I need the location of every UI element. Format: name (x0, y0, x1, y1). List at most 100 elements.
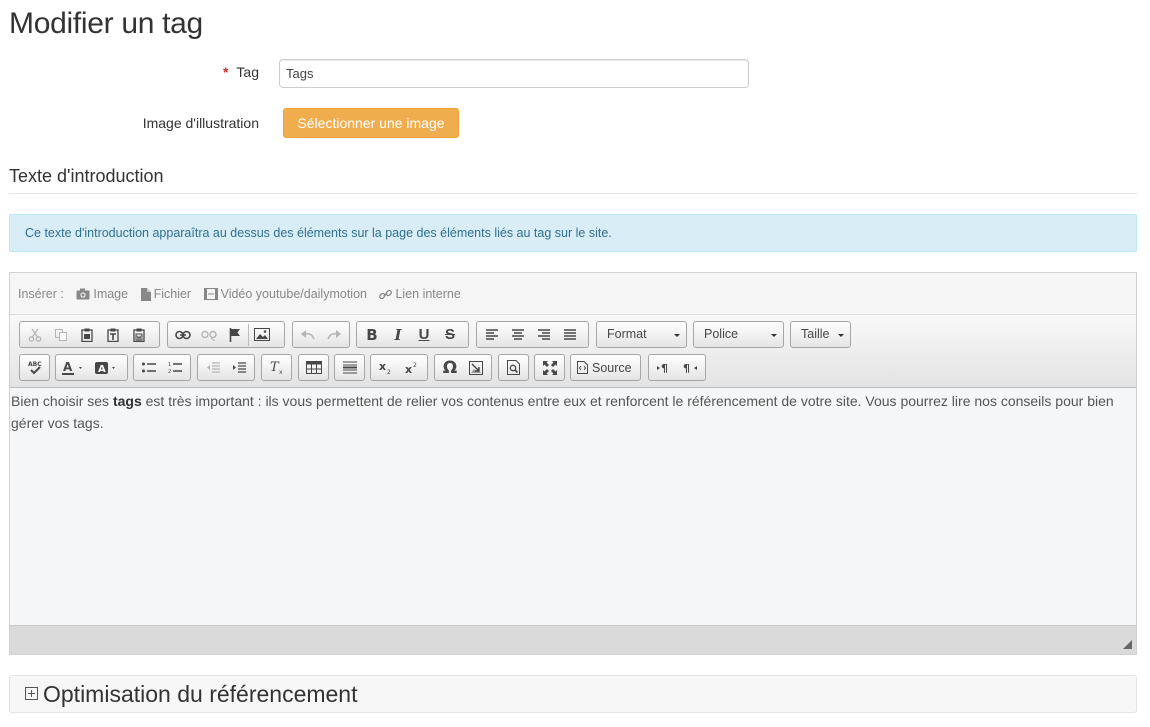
unlink-icon[interactable] (196, 324, 222, 346)
file-icon (140, 287, 151, 301)
cut-icon[interactable] (22, 324, 48, 346)
paste-text-icon[interactable] (100, 324, 126, 346)
paste-icon[interactable] (74, 324, 100, 346)
font-select[interactable]: Police (693, 321, 784, 348)
align-center-icon[interactable] (505, 324, 531, 346)
remove-format-icon[interactable]: Tx (264, 357, 289, 379)
format-select[interactable]: Format (596, 321, 687, 348)
insert-special-group: Ω (434, 354, 492, 381)
select-image-button[interactable]: Sélectionner une image (283, 108, 459, 138)
maximize-icon[interactable] (537, 357, 562, 379)
outdent-icon[interactable] (200, 357, 226, 379)
redo-icon[interactable] (321, 324, 347, 346)
background-color-icon[interactable]: A (92, 357, 126, 379)
editor-content[interactable]: Bien choisir ses tags est très important… (10, 388, 1136, 626)
caret-down-icon (674, 334, 680, 337)
subscript-icon[interactable]: x2 (373, 357, 399, 379)
align-justify-icon[interactable] (557, 324, 583, 346)
format-select-label: Format (607, 327, 647, 341)
numbered-list-icon[interactable]: 12 (162, 357, 188, 379)
undo-redo-group (292, 321, 350, 348)
svg-text:2: 2 (413, 362, 417, 369)
undo-icon[interactable] (295, 324, 321, 346)
indent-icon[interactable] (226, 357, 252, 379)
ltr-direction-icon[interactable]: ¶ (651, 357, 677, 379)
remove-format-group: Tx (261, 354, 292, 381)
divider (9, 193, 1137, 194)
spellcheck-icon[interactable]: ABC (22, 357, 47, 379)
source-label: Source (592, 360, 632, 375)
align-right-icon[interactable] (531, 324, 557, 346)
superscript-icon[interactable]: x2 (399, 357, 425, 379)
embed-icon[interactable] (463, 357, 489, 379)
page-title: Modifier un tag (9, 7, 203, 40)
image-icon[interactable] (248, 323, 274, 346)
svg-text:A: A (63, 361, 73, 374)
size-select[interactable]: Taille (790, 321, 851, 348)
caret-down-icon (838, 334, 844, 337)
svg-text:¶: ¶ (661, 362, 668, 374)
svg-text:2: 2 (387, 369, 391, 374)
intro-section-title: Texte d'introduction (9, 166, 164, 186)
svg-text:x: x (405, 363, 412, 374)
color-group: A A (55, 354, 128, 381)
text-color-icon[interactable]: A (58, 357, 92, 379)
alignment-group (476, 321, 589, 348)
svg-text:x: x (279, 369, 283, 375)
hr-group (334, 354, 365, 381)
resize-grip-icon[interactable] (1123, 640, 1132, 649)
svg-text:A: A (98, 364, 106, 375)
insert-bar: Insérer : Image Fichier Vidéo youtube/da… (10, 273, 1136, 313)
caret-down-icon (771, 334, 777, 337)
editor-status-bar (10, 625, 1136, 654)
tag-input[interactable] (279, 59, 749, 88)
indent-group (197, 354, 255, 381)
content-text: Bien choisir ses (11, 393, 113, 409)
paste-word-icon[interactable] (126, 324, 152, 346)
expand-plus-icon (25, 687, 38, 701)
direction-group: ¶ ¶ (648, 354, 706, 381)
horizontal-rule-icon[interactable] (337, 357, 362, 379)
insert-video-link[interactable]: Vidéo youtube/dailymotion (203, 286, 367, 302)
svg-text:¶: ¶ (683, 362, 690, 374)
text-style-group: B I U S (356, 321, 469, 348)
insert-file-link[interactable]: Fichier (140, 286, 192, 302)
table-icon[interactable] (301, 357, 326, 379)
insert-internal-link[interactable]: Lien interne (379, 286, 461, 301)
list-group: 12 (133, 354, 191, 381)
insert-image-link[interactable]: Image (76, 286, 128, 301)
content-text: est très important : ils vous permettent… (11, 393, 1114, 431)
preview-group (498, 354, 529, 381)
strikethrough-icon[interactable]: S (437, 324, 463, 346)
seo-panel-toggle[interactable]: Optimisation du référencement (9, 675, 1137, 713)
italic-icon[interactable]: I (385, 324, 411, 346)
tag-label-text: Tag (236, 64, 259, 80)
bold-icon[interactable]: B (359, 324, 385, 346)
source-icon (577, 361, 588, 374)
insert-label: Insérer : (18, 286, 64, 301)
omega-special-char-icon[interactable]: Ω (437, 357, 463, 379)
preview-icon[interactable] (501, 357, 526, 379)
bulleted-list-icon[interactable] (136, 357, 162, 379)
tag-label: * Tag (223, 64, 259, 80)
content-bold-text: tags (112, 393, 142, 409)
copy-icon[interactable] (48, 324, 74, 346)
required-mark: * (222, 64, 229, 80)
seo-panel-title: Optimisation du référencement (43, 681, 358, 707)
anchor-flag-icon[interactable] (222, 324, 248, 346)
spellcheck-group: ABC (19, 354, 50, 381)
link-icon[interactable] (170, 324, 196, 346)
script-group: x2 x2 (370, 354, 428, 381)
rtl-direction-icon[interactable]: ¶ (677, 357, 703, 379)
source-button[interactable]: Source (577, 357, 632, 379)
insert-image-label: Image (93, 287, 129, 302)
align-left-icon[interactable] (479, 324, 505, 346)
svg-text:2: 2 (168, 369, 171, 374)
underline-icon[interactable]: U (411, 324, 437, 346)
link-group (167, 321, 285, 348)
insert-file-label: Fichier (153, 287, 192, 302)
insert-video-label: Vidéo youtube/dailymotion (220, 287, 367, 302)
film-icon (203, 288, 218, 301)
rich-text-editor: Insérer : Image Fichier Vidéo youtube/da… (9, 272, 1137, 655)
clipboard-group (19, 321, 160, 348)
